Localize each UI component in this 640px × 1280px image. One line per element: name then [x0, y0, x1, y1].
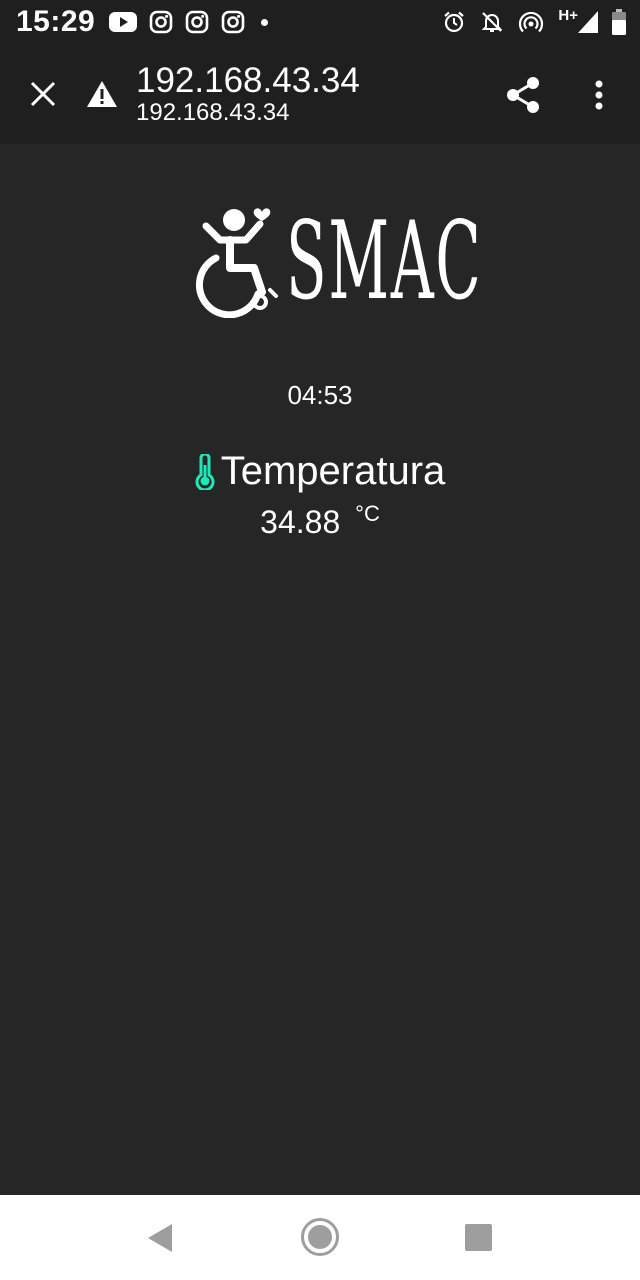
hotspot-icon	[518, 10, 544, 34]
temperature-unit: °C	[355, 501, 380, 526]
instagram-icon	[185, 10, 209, 34]
status-time: 15:29	[16, 5, 96, 38]
close-icon	[30, 81, 56, 107]
status-system-icons: H+	[442, 7, 626, 35]
alarm-icon	[442, 10, 466, 34]
status-notification-icons	[109, 10, 269, 34]
page-url: 192.168.43.34	[136, 99, 290, 126]
temperature-reading: 34.88 °C	[0, 501, 640, 541]
url-block[interactable]: 192.168.43.34 192.168.43.34	[136, 63, 360, 125]
instagram-icon	[149, 10, 173, 34]
wheelchair-heart-icon	[195, 208, 278, 318]
network-type: H+	[558, 6, 578, 24]
dot-icon	[261, 18, 269, 26]
page-content: SMAC 04:53 Temperatura 34.88 °C	[0, 144, 640, 1195]
page-title: 192.168.43.34	[136, 61, 360, 100]
back-icon	[148, 1224, 172, 1252]
share-button[interactable]	[502, 74, 544, 116]
thermometer-icon	[195, 453, 215, 490]
close-button[interactable]	[0, 44, 86, 144]
clock-time: 04:53	[287, 380, 353, 410]
more-vert-icon	[595, 80, 603, 110]
home-button[interactable]	[300, 1217, 340, 1262]
share-icon	[507, 77, 539, 113]
smac-logo: SMAC	[190, 206, 481, 318]
temperature-header: Temperatura	[0, 449, 640, 494]
temperature-label: Temperatura	[220, 449, 446, 493]
screen: 15:29 H+ 192.168.43.34 192.168.43.34 SMA…	[0, 0, 640, 1280]
battery-icon	[612, 9, 626, 35]
home-icon	[301, 1218, 339, 1256]
warning-icon[interactable]	[86, 80, 136, 108]
instagram-icon	[221, 10, 245, 34]
recents-icon[interactable]	[465, 1224, 492, 1251]
more-options-button[interactable]	[582, 74, 616, 116]
back-button[interactable]	[146, 1223, 174, 1258]
signal-icon: H+	[558, 7, 598, 33]
status-bar: 15:29 H+	[0, 0, 640, 44]
notifications-off-icon	[480, 10, 504, 34]
youtube-icon	[109, 11, 138, 33]
logo-text: SMAC	[286, 199, 483, 324]
temperature-value: 34.88	[260, 504, 341, 540]
navigation-bar	[0, 1195, 640, 1280]
browser-toolbar: 192.168.43.34 192.168.43.34	[0, 44, 640, 144]
